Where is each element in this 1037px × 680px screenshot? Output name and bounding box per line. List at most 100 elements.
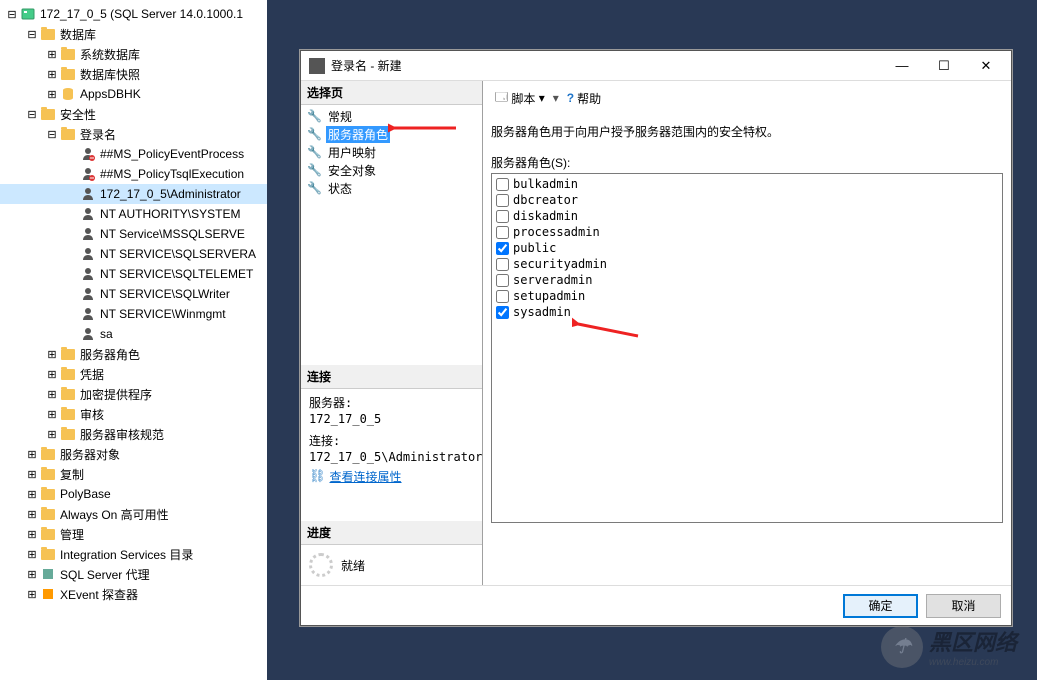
user-icon: [80, 266, 96, 282]
tree-node-label: 复制: [58, 466, 84, 483]
role-item[interactable]: diskadmin: [494, 208, 1000, 224]
tree-node-label: 数据库快照: [78, 66, 140, 83]
role-checkbox[interactable]: [496, 226, 509, 239]
tree-node[interactable]: ⊞数据库快照: [0, 64, 267, 84]
user-disabled-icon: [80, 146, 96, 162]
tree-node[interactable]: ⊞服务器审核规范: [0, 424, 267, 444]
watermark-subtext: www.heizu.com: [929, 657, 1017, 668]
tree-login-node[interactable]: ·NT SERVICE\SQLSERVERA: [0, 244, 267, 264]
tree-node[interactable]: ⊞服务器角色: [0, 344, 267, 364]
login-new-dialog: 登录名 - 新建 — ☐ ✕ 选择页 🔧常规 🔧服务器角色 🔧用户映射 🔧安全对…: [300, 50, 1012, 626]
tree-node-label: XEvent 探查器: [58, 586, 138, 603]
role-item[interactable]: dbcreator: [494, 192, 1000, 208]
tree-node[interactable]: ⊞凭据: [0, 364, 267, 384]
user-disabled-icon: [80, 166, 96, 182]
minimize-button[interactable]: —: [881, 52, 923, 80]
tree-node[interactable]: ⊟数据库: [0, 24, 267, 44]
tree-login-node[interactable]: ·NT Service\MSSQLSERVE: [0, 224, 267, 244]
tree-node-label: 172_17_0_5\Administrator: [98, 187, 241, 201]
folder-icon: [40, 546, 56, 562]
page-server-roles[interactable]: 🔧服务器角色: [301, 125, 482, 143]
role-item[interactable]: public: [494, 240, 1000, 256]
role-checkbox[interactable]: [496, 210, 509, 223]
tree-node[interactable]: ⊞AppsDBHK: [0, 84, 267, 104]
tree-server-node[interactable]: ⊟172_17_0_5 (SQL Server 14.0.1000.1: [0, 4, 267, 24]
page-user-mapping[interactable]: 🔧用户映射: [301, 143, 482, 161]
role-name: sysadmin: [513, 305, 571, 319]
object-explorer-tree[interactable]: ⊟172_17_0_5 (SQL Server 14.0.1000.1 ⊟数据库…: [0, 0, 268, 680]
tree-node-label: 172_17_0_5 (SQL Server 14.0.1000.1: [38, 7, 243, 21]
role-checkbox[interactable]: [496, 274, 509, 287]
tree-login-node[interactable]: ·##MS_PolicyTsqlExecution: [0, 164, 267, 184]
tree-node[interactable]: ⊞XEvent 探查器: [0, 584, 267, 604]
tree-node[interactable]: ⊞审核: [0, 404, 267, 424]
page-securables[interactable]: 🔧安全对象: [301, 161, 482, 179]
tree-login-node[interactable]: ·NT SERVICE\SQLWriter: [0, 284, 267, 304]
folder-icon: [40, 486, 56, 502]
tree-node[interactable]: ⊞Integration Services 目录: [0, 544, 267, 564]
user-icon: [80, 286, 96, 302]
server-roles-listbox[interactable]: bulkadmindbcreatordiskadminprocessadminp…: [491, 173, 1003, 523]
maximize-button[interactable]: ☐: [923, 52, 965, 80]
tree-node[interactable]: ⊞系统数据库: [0, 44, 267, 64]
folder-icon: [60, 386, 76, 402]
tree-node[interactable]: ⊞复制: [0, 464, 267, 484]
agent-icon: [40, 566, 56, 582]
page-label: 状态: [326, 180, 354, 197]
tree-node[interactable]: ⊟登录名: [0, 124, 267, 144]
role-item[interactable]: serveradmin: [494, 272, 1000, 288]
tree-node-label: NT SERVICE\SQLTELEMET: [98, 267, 253, 281]
role-item[interactable]: processadmin: [494, 224, 1000, 240]
tree-node[interactable]: ⊞SQL Server 代理: [0, 564, 267, 584]
script-button[interactable]: 🗔 脚本 ▾: [491, 88, 549, 109]
page-status[interactable]: 🔧状态: [301, 179, 482, 197]
tree-node-label: sa: [98, 327, 113, 341]
role-item[interactable]: bulkadmin: [494, 176, 1000, 192]
folder-icon: [60, 346, 76, 362]
role-checkbox[interactable]: [496, 258, 509, 271]
dialog-titlebar[interactable]: 登录名 - 新建 — ☐ ✕: [301, 51, 1011, 81]
dialog-button-bar: 确定 取消: [301, 585, 1011, 625]
role-checkbox[interactable]: [496, 194, 509, 207]
dialog-toolbar: 🗔 脚本 ▾ ▾ ?帮助: [491, 87, 1003, 109]
cancel-button[interactable]: 取消: [926, 594, 1001, 618]
tree-login-node[interactable]: ·##MS_PolicyEventProcess: [0, 144, 267, 164]
page-label: 用户映射: [326, 144, 378, 161]
user-icon: [80, 186, 96, 202]
ok-button[interactable]: 确定: [843, 594, 918, 618]
tree-node[interactable]: ⊞管理: [0, 524, 267, 544]
page-label: 常规: [326, 108, 354, 125]
role-item[interactable]: securityadmin: [494, 256, 1000, 272]
tree-node-label: 系统数据库: [78, 46, 140, 63]
role-item[interactable]: sysadmin: [494, 304, 1000, 320]
close-button[interactable]: ✕: [965, 52, 1007, 80]
tree-node-label: 加密提供程序: [78, 386, 152, 403]
role-checkbox[interactable]: [496, 178, 509, 191]
tree-node[interactable]: ⊟安全性: [0, 104, 267, 124]
tree-node-label: PolyBase: [58, 487, 111, 501]
tree-login-node[interactable]: ·sa: [0, 324, 267, 344]
select-page-header: 选择页: [301, 81, 482, 105]
view-connection-link[interactable]: 查看连接属性: [330, 469, 402, 485]
page-general[interactable]: 🔧常规: [301, 107, 482, 125]
tree-node[interactable]: ⊞Always On 高可用性: [0, 504, 267, 524]
tree-node[interactable]: ⊞服务器对象: [0, 444, 267, 464]
tree-node[interactable]: ⊞加密提供程序: [0, 384, 267, 404]
help-button[interactable]: ?帮助: [563, 90, 605, 107]
role-name: dbcreator: [513, 193, 578, 207]
tree-login-node[interactable]: ·NT SERVICE\Winmgmt: [0, 304, 267, 324]
user-icon: [80, 206, 96, 222]
role-name: setupadmin: [513, 289, 585, 303]
tree-node[interactable]: ⊞PolyBase: [0, 484, 267, 504]
tree-login-node-selected[interactable]: ·172_17_0_5\Administrator: [0, 184, 267, 204]
tree-login-node[interactable]: ·NT SERVICE\SQLTELEMET: [0, 264, 267, 284]
role-checkbox[interactable]: [496, 290, 509, 303]
folder-icon: [40, 26, 56, 42]
connection-label: 连接:: [309, 433, 474, 449]
folder-icon: [60, 126, 76, 142]
tree-login-node[interactable]: ·NT AUTHORITY\SYSTEM: [0, 204, 267, 224]
role-checkbox[interactable]: [496, 242, 509, 255]
role-checkbox[interactable]: [496, 306, 509, 319]
role-item[interactable]: setupadmin: [494, 288, 1000, 304]
role-name: public: [513, 241, 556, 255]
